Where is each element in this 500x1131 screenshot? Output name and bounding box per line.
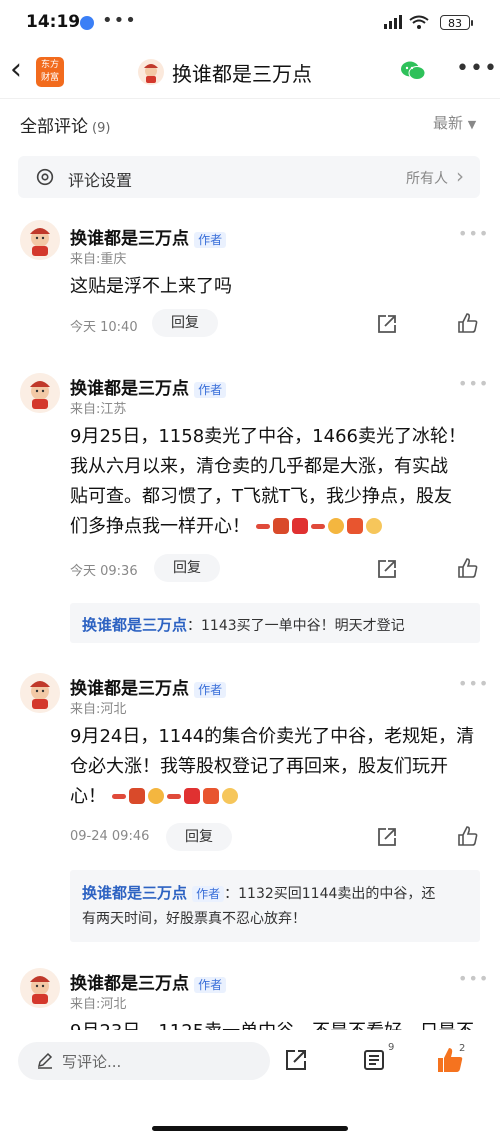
comment-author[interactable]: 换谁都是三万点 bbox=[70, 974, 189, 994]
signal-wifi-icon bbox=[384, 14, 434, 34]
share-icon[interactable] bbox=[284, 1048, 308, 1072]
reply-button[interactable]: 回复 bbox=[154, 554, 220, 582]
sub-reply[interactable]: 换谁都是三万点 作者 ：1132买回1144卖出的中谷，还 有两天时间，好股票真不… bbox=[70, 870, 480, 942]
all-comments-label: 全部评论 (9) bbox=[20, 117, 111, 137]
sub-reply-text: 有两天时间，好股票真不忍心放弃！ bbox=[82, 911, 306, 927]
page-title: 换谁都是三万点 bbox=[172, 62, 312, 86]
gear-icon bbox=[36, 168, 54, 186]
buy-emoji bbox=[183, 788, 200, 804]
home-indicator bbox=[152, 1126, 348, 1131]
share-icon[interactable] bbox=[376, 826, 398, 848]
more-menu-icon[interactable]: ••• bbox=[456, 56, 498, 81]
face-emoji bbox=[147, 788, 164, 804]
avatar[interactable] bbox=[20, 968, 60, 1008]
wechat-share-icon[interactable] bbox=[400, 60, 426, 82]
comment-author[interactable]: 换谁都是三万点 bbox=[70, 229, 189, 249]
reply-button[interactable]: 回复 bbox=[166, 823, 232, 851]
avatar[interactable] bbox=[20, 220, 60, 260]
sub-reply-text: ：1143买了一单中谷！明天才登记 bbox=[187, 618, 405, 634]
chevron-right-icon: › bbox=[456, 164, 464, 188]
comment-text: 这贴是浮不上来了吗 bbox=[70, 276, 232, 297]
comment-author[interactable]: 换谁都是三万点 bbox=[70, 679, 189, 699]
comments-list-icon[interactable] bbox=[362, 1048, 386, 1072]
sort-dropdown[interactable]: 最新 ▼ bbox=[433, 112, 476, 133]
browser-icon bbox=[80, 16, 94, 30]
notification-dots-icon: ••• bbox=[102, 10, 137, 31]
comment-more-icon[interactable]: ••• bbox=[458, 224, 489, 243]
reply-button[interactable]: 回复 bbox=[152, 309, 218, 337]
gift-emoji bbox=[272, 518, 289, 534]
header-avatar bbox=[138, 59, 164, 85]
author-badge: 作者 bbox=[194, 977, 227, 993]
chevron-down-icon: ▼ bbox=[467, 118, 477, 131]
comment-more-icon[interactable]: ••• bbox=[458, 969, 489, 988]
comment-origin: 来自:河北 bbox=[70, 997, 127, 1012]
gift-emoji bbox=[128, 788, 145, 804]
comment-settings-row[interactable]: 评论设置 所有人 › bbox=[18, 156, 480, 198]
write-comment-input[interactable]: 写评论... bbox=[18, 1042, 270, 1080]
settings-label: 评论设置 bbox=[68, 171, 133, 190]
moneybag-emoji bbox=[202, 788, 219, 804]
settings-value: 所有人 bbox=[406, 171, 448, 187]
rising-chart-emoji bbox=[310, 524, 325, 529]
status-bar: 14:19 ••• 83 bbox=[0, 0, 500, 46]
share-icon[interactable] bbox=[376, 313, 398, 335]
author-badge: 作者 bbox=[194, 232, 227, 248]
emoji-row bbox=[111, 786, 241, 807]
write-comment-placeholder: 写评论... bbox=[62, 1053, 122, 1071]
emoji-row bbox=[255, 516, 385, 537]
avatar[interactable] bbox=[20, 373, 60, 413]
comment-count-badge: 9 bbox=[388, 1042, 395, 1053]
rising-chart-emoji bbox=[111, 794, 126, 799]
comment-origin: 来自:河北 bbox=[70, 702, 127, 717]
comment-text: 9月25日，1158卖光了中谷，1466卖光了冰轮！ 我从六月以来，清仓卖的几乎… bbox=[70, 426, 466, 537]
comment-text: 9月24日，1144的集合价卖光了中谷，老规矩，清 仓必大涨！我等股权登记了再回… bbox=[70, 726, 475, 807]
comment-author[interactable]: 换谁都是三万点 bbox=[70, 379, 189, 399]
author-badge: 作者 bbox=[194, 682, 227, 698]
face-emoji bbox=[327, 518, 344, 534]
sub-reply-text: ：1132买回1144卖出的中谷，还 bbox=[224, 886, 436, 902]
victory-hand-emoji bbox=[365, 518, 382, 534]
rising-chart-emoji bbox=[166, 794, 181, 799]
victory-hand-emoji bbox=[221, 788, 238, 804]
battery-icon: 83 bbox=[440, 15, 473, 30]
sub-reply-author[interactable]: 换谁都是三万点 bbox=[82, 616, 187, 634]
moneybag-emoji bbox=[346, 518, 363, 534]
comment-time: 今天 09:36 bbox=[70, 564, 138, 579]
rising-chart-emoji bbox=[255, 524, 270, 529]
back-arrow-icon[interactable]: ‹ bbox=[10, 55, 22, 85]
author-badge: 作者 bbox=[192, 886, 225, 902]
comment-more-icon[interactable]: ••• bbox=[458, 374, 489, 393]
comment-origin: 来自:江苏 bbox=[70, 402, 127, 417]
top-nav: ‹ 东方 财富 换谁都是三万点 ••• bbox=[0, 46, 500, 99]
bottom-action-bar: 写评论... 9 2 bbox=[0, 1030, 500, 1131]
like-count-badge: 2 bbox=[459, 1043, 466, 1054]
avatar[interactable] bbox=[20, 673, 60, 713]
share-icon[interactable] bbox=[376, 558, 398, 580]
comment-time: 09-24 09:46 bbox=[70, 829, 150, 844]
comment-time: 今天 10:40 bbox=[70, 320, 138, 335]
buy-emoji bbox=[291, 518, 308, 534]
comment-origin: 来自:重庆 bbox=[70, 252, 127, 267]
sub-reply-author[interactable]: 换谁都是三万点 bbox=[82, 884, 187, 902]
pen-icon bbox=[37, 1052, 53, 1069]
thumbs-up-icon[interactable] bbox=[457, 557, 479, 579]
thumbs-up-icon[interactable] bbox=[457, 312, 479, 334]
app-logo: 东方 财富 bbox=[36, 57, 64, 87]
thumbs-up-icon[interactable] bbox=[457, 825, 479, 847]
author-badge: 作者 bbox=[194, 382, 227, 398]
sub-reply[interactable]: 换谁都是三万点：1143买了一单中谷！明天才登记 bbox=[70, 603, 480, 643]
comment-more-icon[interactable]: ••• bbox=[458, 674, 489, 693]
status-time: 14:19 bbox=[26, 12, 81, 32]
